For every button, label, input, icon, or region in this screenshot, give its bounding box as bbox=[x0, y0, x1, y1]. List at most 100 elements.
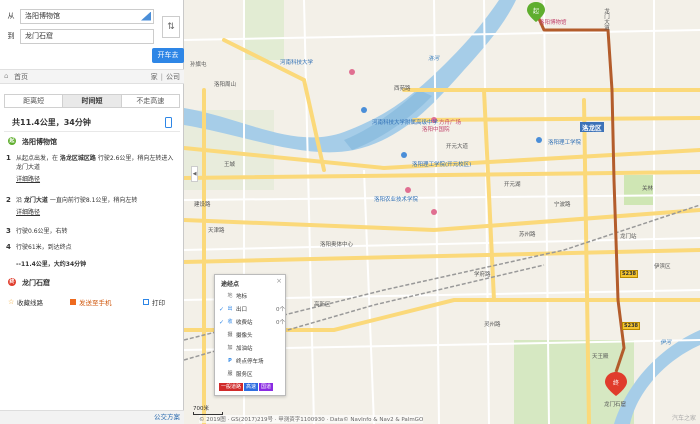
place-label: 关林 bbox=[642, 186, 654, 192]
from-prefix: 从 bbox=[7, 12, 15, 20]
road-label: 灵州路 bbox=[484, 322, 501, 328]
tab-avoid-highway[interactable]: 不走高速 bbox=[121, 95, 179, 107]
svg-text:起: 起 bbox=[533, 7, 539, 15]
route-step: 2 沿 龙门大道 一直向前行驶8.1公里，稍向左转 详细路径 bbox=[6, 196, 176, 216]
legend-title: 途经点 bbox=[221, 281, 240, 288]
send-to-phone-button[interactable]: 发送至手机 bbox=[70, 297, 112, 307]
legend-row[interactable]: ✓ 收 收费站 0个 bbox=[219, 317, 285, 327]
company-shortcut-link[interactable]: 公司 bbox=[166, 72, 180, 82]
detail-path-link[interactable]: 详细路径 bbox=[16, 207, 176, 216]
landmark-icon: 地 bbox=[227, 293, 233, 299]
start-marker-icon: 起 bbox=[8, 137, 16, 145]
watermark: 汽车之家 bbox=[671, 415, 696, 422]
route-summary: 共11.4公里，34分钟 bbox=[4, 114, 180, 132]
add-waypoint-icon[interactable] bbox=[141, 11, 151, 21]
school-label: 洛阳理工学院 bbox=[548, 140, 582, 146]
road-label: 宁波路 bbox=[554, 202, 571, 208]
end-marker-icon: 终 bbox=[8, 278, 16, 286]
parking-icon: P bbox=[228, 358, 232, 364]
separator: | bbox=[160, 72, 163, 81]
road-label: 建设路 bbox=[194, 202, 211, 208]
check-icon: ✓ bbox=[219, 305, 225, 313]
road-type-tag[interactable]: 国道 bbox=[259, 383, 274, 391]
camera-icon: 摄 bbox=[227, 332, 233, 338]
road-type-tag[interactable]: 一般道路 bbox=[219, 383, 244, 391]
route-line bbox=[534, 11, 626, 373]
road-type-tags: 一般道路 高速 国道 bbox=[219, 383, 274, 391]
bus-plan-bar: 公交方案 bbox=[0, 410, 184, 424]
route-step: 4 行驶61米，到达终点 bbox=[6, 243, 176, 252]
route-step: 1 从起点出发，在 洛龙区城区路 行驶2.6公里，稍向左转进入龙门大道 详细路径 bbox=[6, 154, 176, 183]
legend-label: 服务区 bbox=[236, 372, 253, 378]
place-label: 洛阳周山 bbox=[214, 82, 237, 88]
route-step: 3 行驶0.6公里，右转 bbox=[6, 227, 176, 236]
home-shortcut-link[interactable]: 家 bbox=[151, 72, 158, 82]
step-number: 3 bbox=[6, 227, 11, 235]
step-number: 2 bbox=[6, 196, 11, 204]
bus-plan-link[interactable]: 公交方案 bbox=[154, 413, 180, 421]
step-number: 4 bbox=[6, 243, 11, 251]
drive-button[interactable]: 开车去 bbox=[152, 48, 184, 63]
place-label: 洛阳奥体中心 bbox=[320, 242, 354, 248]
poi-label: 洛阳中国院 bbox=[422, 127, 450, 133]
phone-icon[interactable] bbox=[165, 117, 172, 128]
legend-row[interactable]: P 终点停车场 bbox=[219, 356, 285, 366]
to-prefix: 到 bbox=[7, 32, 15, 40]
route-panel: 从 洛阳博物馆 到 龙门石窟 ⇅ 开车去 ⌂ 首页 家 | 公司 距离短 时间短… bbox=[0, 0, 184, 424]
legend-row[interactable]: ✓ 出 出口 0个 bbox=[219, 304, 285, 314]
legend-row[interactable]: 服 服务区 bbox=[219, 369, 285, 379]
print-button[interactable]: 打印 bbox=[143, 297, 165, 307]
route-total: --11.4公里，大约34分钟 bbox=[16, 259, 176, 268]
school-label: 河南科技大学 bbox=[280, 60, 314, 66]
waypoint-legend: 途经点 × 地 地标 ✓ 出 出口 0个 ✓ 收 收费站 0个 摄 摄像头 加 … bbox=[214, 274, 286, 396]
swap-icon[interactable]: ⇅ bbox=[162, 16, 180, 38]
road-label: 开元大道 bbox=[446, 144, 469, 150]
legend-label: 出口 bbox=[236, 307, 248, 313]
step-text: 行驶0.6公里，右转 bbox=[16, 228, 68, 235]
tab-shortest-time[interactable]: 时间短 bbox=[63, 95, 122, 107]
start-place: 洛阳博物馆 bbox=[22, 138, 57, 146]
collapse-panel-icon[interactable]: ◀ bbox=[191, 166, 198, 182]
road-label: 西苑路 bbox=[394, 86, 411, 92]
road-shield: S238 bbox=[620, 270, 639, 278]
star-icon: ☆ bbox=[8, 298, 15, 306]
legend-label: 摄像头 bbox=[236, 333, 253, 339]
to-value: 龙门石窟 bbox=[25, 31, 53, 40]
from-input[interactable]: 洛阳博物馆 bbox=[20, 8, 154, 24]
svg-text:终: 终 bbox=[613, 379, 619, 387]
place-label: 孙旗屯 bbox=[190, 62, 207, 68]
to-row: 到 龙门石窟 bbox=[2, 28, 154, 44]
home-icon: ⌂ bbox=[4, 72, 9, 80]
river-label: 洛河 bbox=[428, 56, 440, 62]
home-link[interactable]: 首页 bbox=[14, 72, 148, 82]
to-input[interactable]: 龙门石窟 bbox=[20, 28, 154, 44]
place-label: 王城 bbox=[224, 162, 236, 168]
end-place: 龙门石窟 bbox=[22, 279, 50, 287]
route-option-tabs: 距离短 时间短 不走高速 bbox=[4, 94, 180, 108]
home-row: ⌂ 首页 家 | 公司 bbox=[0, 69, 184, 84]
route-input-box: 从 洛阳博物馆 到 龙门石窟 ⇅ bbox=[2, 4, 180, 44]
road-label: 学府路 bbox=[474, 272, 491, 278]
road-type-tag[interactable]: 高速 bbox=[244, 383, 259, 391]
legend-label: 加油站 bbox=[236, 346, 253, 352]
detail-path-link[interactable]: 详细路径 bbox=[16, 174, 176, 183]
legend-row[interactable]: 摄 摄像头 bbox=[219, 330, 285, 340]
step-text: 从起点出发，在 洛龙区城区路 行驶2.6公里，稍向左转进入龙门大道 bbox=[16, 155, 174, 171]
tab-shortest-distance[interactable]: 距离短 bbox=[5, 95, 64, 107]
legend-row[interactable]: 加 加油站 bbox=[219, 343, 285, 353]
from-row: 从 洛阳博物馆 bbox=[2, 8, 154, 24]
close-icon[interactable]: × bbox=[276, 277, 282, 285]
place-label: 伊滨区 bbox=[654, 264, 671, 270]
place-label: 高新区 bbox=[314, 302, 331, 308]
road-label: 天津路 bbox=[208, 228, 225, 234]
school-label: 洛阳理工学院(开元校区) bbox=[412, 162, 472, 168]
place-label: 天王殿 bbox=[592, 354, 609, 360]
school-label: 河南科技大学附属高级中学 bbox=[372, 120, 439, 126]
from-value: 洛阳博物馆 bbox=[25, 11, 60, 20]
step-text: 行驶61米，到达终点 bbox=[16, 244, 72, 251]
legend-label: 收费站 bbox=[236, 320, 253, 326]
place-label: 龙门站 bbox=[620, 234, 637, 240]
save-route-button[interactable]: ☆ 收藏线路 bbox=[8, 297, 43, 308]
poi-label: 洛阳博物馆 bbox=[539, 20, 567, 26]
legend-row[interactable]: 地 地标 bbox=[219, 291, 285, 301]
